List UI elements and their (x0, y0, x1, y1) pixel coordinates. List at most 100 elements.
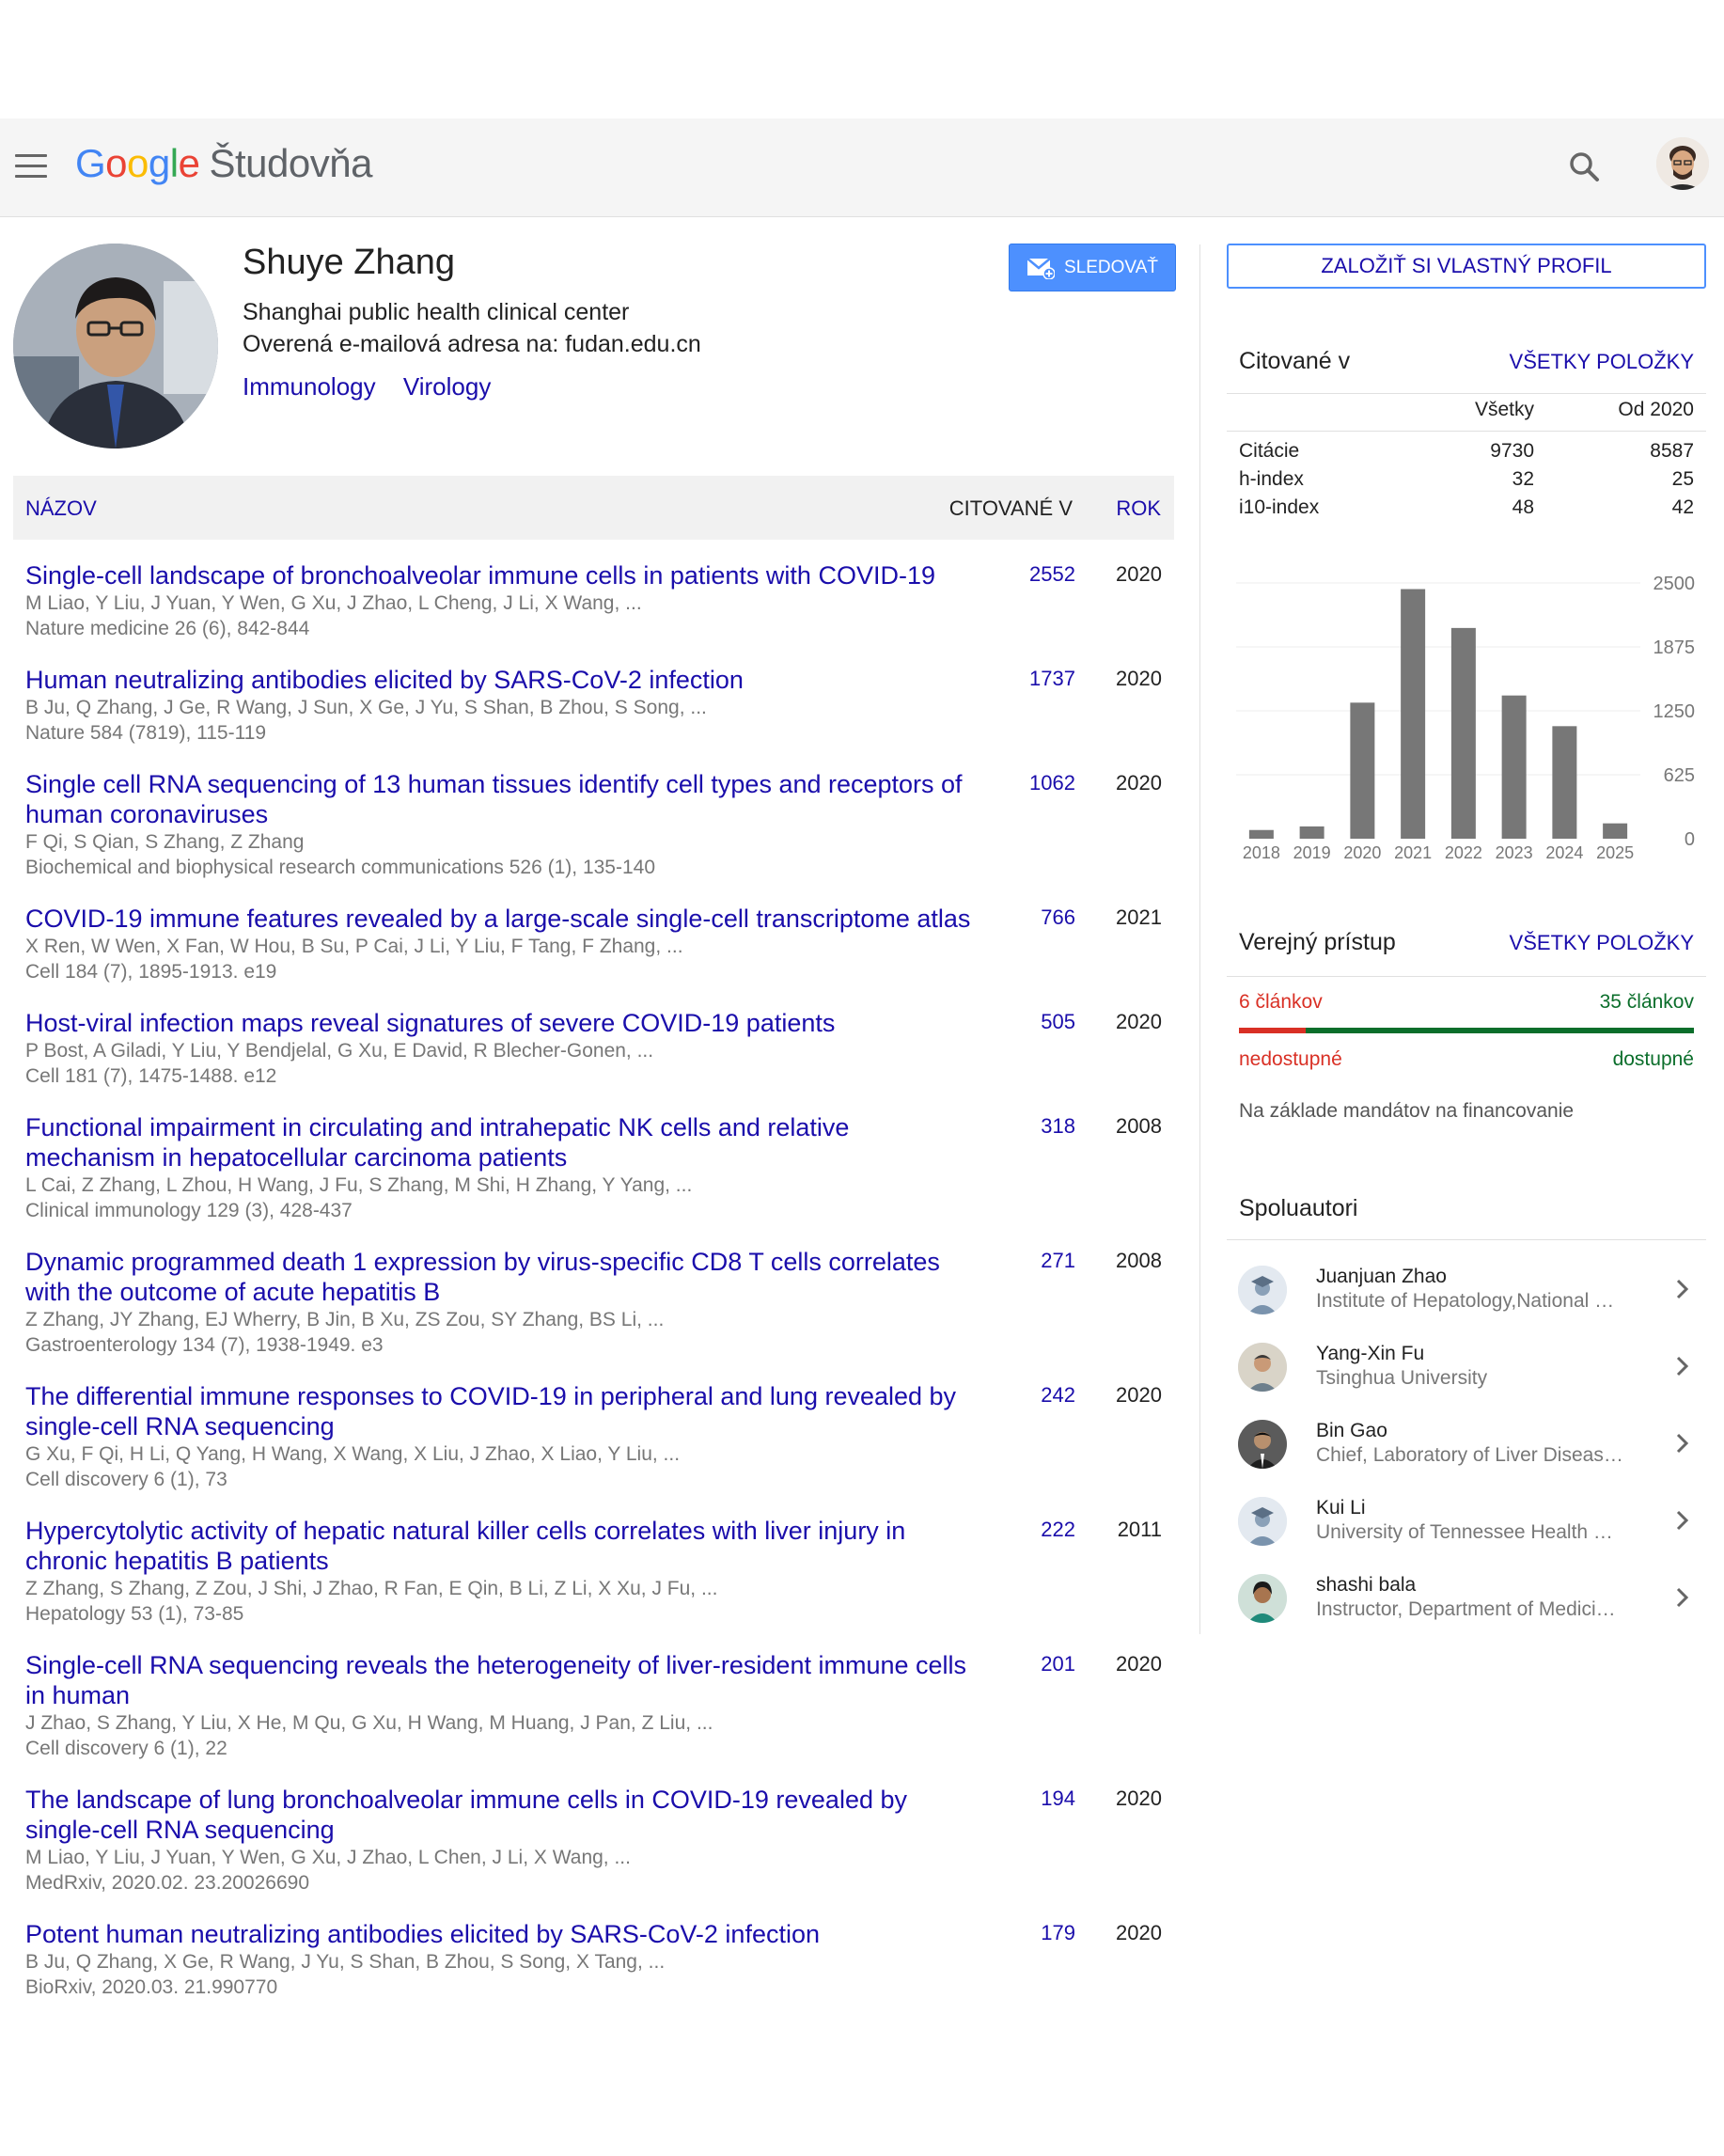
citation-count[interactable]: 222 (1041, 1518, 1075, 1542)
citation-count[interactable]: 179 (1041, 1921, 1075, 1945)
coauthor-avatar (1238, 1574, 1287, 1623)
citation-count[interactable]: 242 (1041, 1383, 1075, 1408)
article-year: 2020 (1116, 562, 1162, 586)
article-title[interactable]: Single-cell landscape of bronchoalveolar… (25, 560, 975, 590)
sort-by-citations[interactable]: CITOVANÉ V (949, 496, 1073, 521)
mail-icon (1027, 257, 1056, 279)
table-row: Single-cell landscape of bronchoalveolar… (25, 560, 1174, 641)
col-all-header: Všetky (1474, 399, 1534, 420)
article-venue: Clinical immunology 129 (3), 428-437 (25, 1200, 353, 1221)
stats-header-row: Všetky Od 2020 (1239, 399, 1694, 433)
article-authors: B Ju, Q Zhang, J Ge, R Wang, J Sun, X Ge… (25, 697, 707, 718)
chart-bar-2019[interactable] (1299, 826, 1324, 839)
chart-bar-2023[interactable] (1501, 695, 1527, 839)
menu-icon[interactable] (15, 154, 47, 181)
chart-bar-2018[interactable] (1248, 829, 1274, 839)
stat-all: 48 (1512, 496, 1534, 518)
y-tick-label: 0 (1685, 829, 1695, 850)
sort-by-year[interactable]: ROK (1116, 496, 1161, 521)
table-row: Potent human neutralizing antibodies eli… (25, 1919, 1174, 2000)
cited-by-title: Citované v (1239, 348, 1351, 374)
coauthor-item[interactable]: Bin Gao Chief, Laboratory of Liver Disea… (1227, 1414, 1706, 1491)
col-since-header: Od 2020 (1618, 399, 1694, 420)
coauthor-item[interactable]: Yang-Xin Fu Tsinghua University (1227, 1337, 1706, 1414)
y-tick-label: 1250 (1653, 701, 1696, 722)
citation-count[interactable]: 318 (1041, 1114, 1075, 1139)
cited-by-all-link[interactable]: VŠETKY POLOŽKY (1510, 350, 1694, 374)
citation-count[interactable]: 271 (1041, 1249, 1075, 1273)
article-title[interactable]: Host-viral infection maps reveal signatu… (25, 1008, 975, 1038)
logo-letter: G (75, 141, 106, 185)
account-avatar[interactable] (1656, 137, 1709, 190)
article-title[interactable]: Hypercytolytic activity of hepatic natur… (25, 1516, 975, 1576)
column-divider (1199, 244, 1200, 1634)
article-year: 2008 (1116, 1114, 1162, 1138)
article-title[interactable]: The differential immune responses to COV… (25, 1381, 975, 1441)
article-authors: M Liao, Y Liu, J Yuan, Y Wen, G Xu, J Zh… (25, 592, 642, 614)
stat-label: h-index (1239, 468, 1304, 490)
stats-row: Citácie 9730 8587 (1239, 440, 1694, 468)
stat-all: 9730 (1490, 440, 1534, 462)
citation-count[interactable]: 1062 (1029, 771, 1075, 795)
article-title[interactable]: Functional impairment in circulating and… (25, 1112, 975, 1172)
article-title[interactable]: COVID-19 immune features revealed by a l… (25, 904, 975, 934)
coauthor-item[interactable]: shashi bala Instructor, Department of Me… (1227, 1568, 1706, 1645)
citations-per-year-chart: 0 625 1250 1875 2500 2018 2019 2020 2021 2022 2023… (1236, 574, 1696, 862)
x-tick-label: 2020 (1343, 843, 1381, 862)
sort-by-title[interactable]: NÁZOV (25, 496, 97, 521)
article-title[interactable]: Potent human neutralizing antibodies eli… (25, 1919, 975, 1949)
article-title[interactable]: Single-cell RNA sequencing reveals the h… (25, 1650, 975, 1710)
x-tick-label: 2023 (1496, 843, 1533, 862)
coauthor-name: Juanjuan Zhao (1316, 1266, 1447, 1287)
coauthor-item[interactable]: Kui Li University of Tennessee Health … (1227, 1491, 1706, 1568)
chevron-right-icon (1676, 1356, 1689, 1377)
citation-count[interactable]: 505 (1041, 1010, 1075, 1034)
logo-letter: o (127, 141, 149, 185)
create-profile-button[interactable]: ZALOŽIŤ SI VLASTNÝ PROFIL (1227, 244, 1706, 289)
article-venue: Hepatology 53 (1), 73-85 (25, 1603, 244, 1625)
follow-button[interactable]: SLEDOVAŤ (1009, 244, 1176, 291)
interest-link[interactable]: Immunology (243, 372, 376, 401)
search-icon[interactable] (1564, 147, 1606, 188)
article-authors: L Cai, Z Zhang, L Zhou, H Wang, J Fu, S … (25, 1174, 693, 1196)
article-venue: Cell discovery 6 (1), 73 (25, 1469, 227, 1490)
coauthor-name: Kui Li (1316, 1497, 1366, 1519)
article-year: 2020 (1116, 1921, 1162, 1944)
interest-link[interactable]: Virology (403, 372, 491, 401)
coauthor-item[interactable]: Juanjuan Zhao Institute of Hepatology,Na… (1227, 1260, 1706, 1337)
chevron-right-icon (1676, 1279, 1689, 1299)
scholar-logo[interactable]: Google Študovňa (75, 141, 372, 186)
citation-count[interactable]: 201 (1041, 1652, 1075, 1676)
stat-label: i10-index (1239, 496, 1320, 518)
chart-bar-2024[interactable] (1552, 726, 1577, 839)
table-row: Human neutralizing antibodies elicited b… (25, 665, 1174, 746)
logo-letter: e (178, 141, 200, 185)
article-title[interactable]: Dynamic programmed death 1 expression by… (25, 1247, 975, 1307)
article-year: 2020 (1116, 1652, 1162, 1676)
article-title[interactable]: Human neutralizing antibodies elicited b… (25, 665, 975, 695)
coauthors-list: Juanjuan Zhao Institute of Hepatology,Na… (1227, 1260, 1706, 1645)
stats-row: h-index 32 25 (1239, 468, 1694, 496)
available-count: 35 článkov (1599, 991, 1694, 1013)
article-authors: Z Zhang, S Zhang, Z Zou, J Shi, J Zhao, … (25, 1578, 718, 1599)
article-title[interactable]: The landscape of lung bronchoalveolar im… (25, 1785, 975, 1845)
stats-row: i10-index 48 42 (1239, 496, 1694, 525)
chart-bar-2025[interactable] (1603, 823, 1628, 839)
stat-all: 32 (1512, 468, 1534, 490)
unavailable-label: nedostupné (1239, 1048, 1342, 1070)
article-title[interactable]: Single cell RNA sequencing of 13 human t… (25, 769, 975, 829)
coauthor-affiliation: Tsinghua University (1316, 1367, 1488, 1389)
coauthor-affiliation: Chief, Laboratory of Liver Diseas… (1316, 1444, 1623, 1466)
citation-count[interactable]: 1737 (1029, 667, 1075, 691)
citation-count[interactable]: 2552 (1029, 562, 1075, 587)
citation-count[interactable]: 766 (1041, 905, 1075, 930)
citation-count[interactable]: 194 (1041, 1786, 1075, 1811)
chart-bar-2021[interactable] (1401, 589, 1426, 839)
article-venue: BioRxiv, 2020.03. 21.990770 (25, 1976, 278, 1998)
chart-bar-2020[interactable] (1350, 702, 1375, 839)
article-year: 2020 (1116, 1010, 1162, 1033)
citation-stats-table: Všetky Od 2020 (1239, 399, 1694, 433)
public-access-all-link[interactable]: VŠETKY POLOŽKY (1510, 931, 1694, 955)
divider (1227, 393, 1706, 394)
chart-bar-2022[interactable] (1450, 627, 1476, 839)
